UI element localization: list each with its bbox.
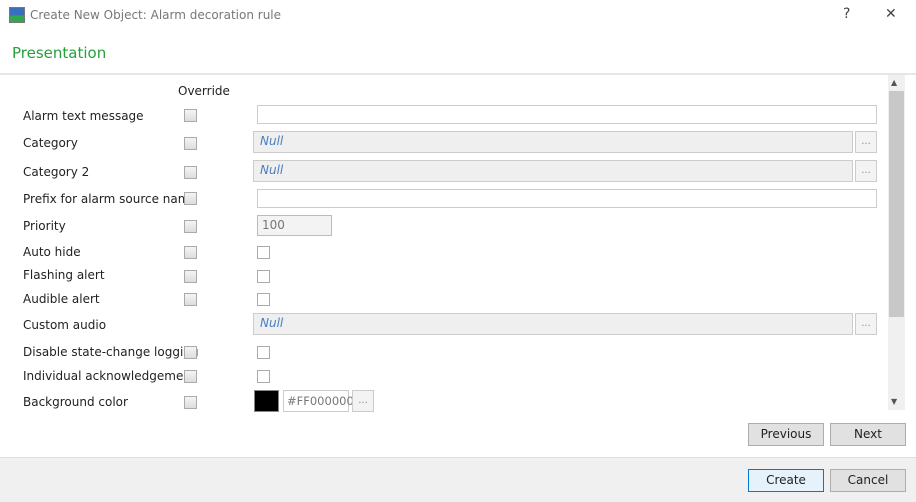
disable-logging-checkbox[interactable] bbox=[257, 346, 270, 359]
close-button[interactable]: ✕ bbox=[885, 6, 897, 22]
section-title: Presentation bbox=[12, 44, 107, 62]
alarm-text-input[interactable] bbox=[257, 105, 877, 124]
custom-audio-browse-button[interactable]: ... bbox=[855, 313, 877, 335]
label-category: Category bbox=[23, 136, 78, 150]
custom-audio-field[interactable]: Null bbox=[253, 313, 853, 335]
help-button[interactable]: ? bbox=[843, 6, 850, 22]
next-button[interactable]: Next bbox=[830, 423, 906, 446]
color-browse-button[interactable]: ... bbox=[352, 390, 374, 412]
color-value-input[interactable]: #FF000000 bbox=[283, 390, 354, 412]
override-checkbox[interactable] bbox=[184, 270, 197, 283]
override-checkbox[interactable] bbox=[184, 137, 197, 150]
label-disable-logging: Disable state-change logging bbox=[23, 345, 199, 359]
divider bbox=[0, 73, 916, 75]
override-checkbox[interactable] bbox=[184, 346, 197, 359]
override-checkbox[interactable] bbox=[184, 109, 197, 122]
cancel-button[interactable]: Cancel bbox=[830, 469, 906, 492]
flashing-alert-checkbox[interactable] bbox=[257, 270, 270, 283]
label-individual-ack: Individual acknowledgement bbox=[23, 369, 196, 383]
override-checkbox[interactable] bbox=[184, 246, 197, 259]
category-2-browse-button[interactable]: ... bbox=[855, 160, 877, 182]
label-auto-hide: Auto hide bbox=[23, 245, 81, 259]
override-checkbox[interactable] bbox=[184, 396, 197, 409]
label-prefix: Prefix for alarm source name bbox=[23, 192, 197, 206]
app-icon bbox=[9, 7, 25, 23]
scrollbar-thumb[interactable] bbox=[889, 91, 904, 317]
override-checkbox[interactable] bbox=[184, 293, 197, 306]
label-audible-alert: Audible alert bbox=[23, 292, 100, 306]
label-category-2: Category 2 bbox=[23, 165, 90, 179]
label-flashing-alert: Flashing alert bbox=[23, 268, 105, 282]
override-header: Override bbox=[178, 84, 230, 98]
label-background-color: Background color bbox=[23, 395, 128, 409]
category-field[interactable]: Null bbox=[253, 131, 853, 153]
priority-input[interactable]: 100 bbox=[257, 215, 332, 236]
override-checkbox[interactable] bbox=[184, 166, 197, 179]
auto-hide-checkbox[interactable] bbox=[257, 246, 270, 259]
category-browse-button[interactable]: ... bbox=[855, 131, 877, 153]
override-checkbox[interactable] bbox=[184, 220, 197, 233]
category-2-field[interactable]: Null bbox=[253, 160, 853, 182]
label-alarm-text: Alarm text message bbox=[23, 109, 144, 123]
label-priority: Priority bbox=[23, 219, 66, 233]
label-custom-audio: Custom audio bbox=[23, 318, 107, 332]
create-button[interactable]: Create bbox=[748, 469, 824, 492]
scroll-down-arrow[interactable]: ▼ bbox=[891, 397, 897, 406]
prefix-input[interactable] bbox=[257, 189, 877, 208]
previous-button[interactable]: Previous bbox=[748, 423, 824, 446]
window-title: Create New Object: Alarm decoration rule bbox=[30, 8, 282, 22]
audible-alert-checkbox[interactable] bbox=[257, 293, 270, 306]
override-checkbox[interactable] bbox=[184, 192, 197, 205]
override-checkbox[interactable] bbox=[184, 370, 197, 383]
individual-ack-checkbox[interactable] bbox=[257, 370, 270, 383]
color-swatch[interactable] bbox=[254, 390, 279, 412]
scroll-up-arrow[interactable]: ▲ bbox=[891, 78, 897, 87]
